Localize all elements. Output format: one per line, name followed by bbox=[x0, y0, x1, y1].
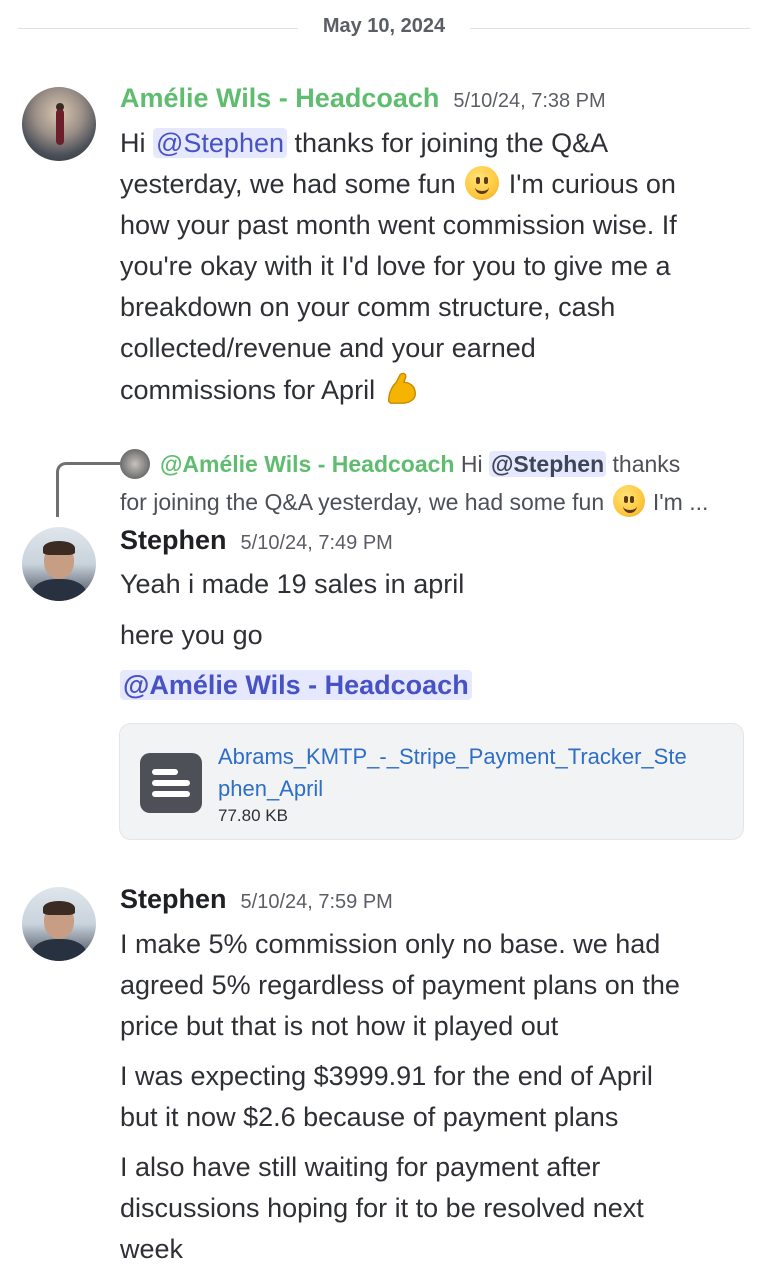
message-line: how your past month went commission wise… bbox=[120, 210, 677, 240]
message-line: commissions for April bbox=[120, 369, 421, 411]
message-line: Yeah i made 19 sales in april bbox=[120, 569, 465, 599]
divider-line-right bbox=[470, 28, 750, 29]
text-segment: commissions for April bbox=[120, 375, 383, 405]
message-line: @Amélie Wils - Headcoach bbox=[120, 665, 472, 706]
text-segment: I'm ... bbox=[646, 489, 709, 515]
message-line: agreed 5% regardless of payment plans on… bbox=[120, 970, 680, 1000]
avatar[interactable] bbox=[22, 887, 96, 961]
timestamp: 5/10/24, 7:59 PM bbox=[240, 891, 393, 913]
text-segment: thanks bbox=[606, 451, 681, 477]
message-line: week bbox=[120, 1234, 184, 1264]
message-line: but it now $2.6 because of payment plans bbox=[120, 1102, 619, 1132]
message-line: Hi @Stephen thanks for joining the Q&A bbox=[120, 123, 608, 164]
file-name-link[interactable]: Abrams_KMTP_-_Stripe_Payment_Tracker_Ste… bbox=[218, 741, 698, 805]
message-line: collected/revenue and your earned bbox=[120, 333, 536, 363]
message-header: Stephen 5/10/24, 7:49 PM bbox=[120, 525, 393, 556]
message-line: you're okay with it I'd love for you to … bbox=[120, 251, 671, 281]
message-line: yesterday, we had some fun I'm curious o… bbox=[120, 164, 676, 205]
slightly-smiling-face-emoji-icon bbox=[465, 166, 500, 200]
text-segment: thanks for joining the Q&A bbox=[287, 128, 609, 158]
reply-preview-line[interactable]: for joining the Q&A yesterday, we had so… bbox=[120, 485, 708, 517]
message-line: I was expecting $3999.91 for the end of … bbox=[120, 1061, 653, 1091]
text-segment: I'm curious on bbox=[501, 169, 676, 199]
avatar[interactable] bbox=[22, 527, 96, 601]
date-divider: May 10, 2024 bbox=[18, 15, 750, 37]
message-line: here you go bbox=[120, 620, 263, 650]
author-name[interactable]: Stephen bbox=[120, 884, 227, 915]
message-header: Stephen 5/10/24, 7:59 PM bbox=[120, 884, 393, 915]
slightly-smiling-face-emoji-icon bbox=[612, 485, 645, 517]
text-segment: yesterday, we had some fun bbox=[120, 169, 464, 199]
reply-avatar bbox=[120, 449, 150, 479]
timestamp: 5/10/24, 7:49 PM bbox=[240, 532, 393, 554]
message-line: discussions hoping for it to be resolved… bbox=[120, 1193, 644, 1223]
reply-author[interactable]: @Amélie Wils - Headcoach bbox=[160, 451, 454, 477]
message-line: breakdown on your comm structure, cash bbox=[120, 292, 616, 322]
message-line: I make 5% commission only no base. we ha… bbox=[120, 929, 661, 959]
date-label: May 10, 2024 bbox=[322, 15, 446, 37]
flexed-biceps-emoji-icon bbox=[387, 372, 416, 404]
reply-connector bbox=[56, 462, 121, 517]
author-name[interactable]: Stephen bbox=[120, 525, 227, 556]
avatar[interactable] bbox=[22, 87, 96, 161]
file-size: 77.80 KB bbox=[218, 806, 288, 825]
text-segment: Hi bbox=[120, 128, 153, 158]
document-icon bbox=[140, 753, 202, 813]
text-segment: Hi bbox=[454, 451, 489, 477]
message-header: Amélie Wils - Headcoach 5/10/24, 7:38 PM bbox=[120, 83, 606, 114]
file-attachment[interactable]: Abrams_KMTP_-_Stripe_Payment_Tracker_Ste… bbox=[119, 723, 744, 840]
reply-preview[interactable]: @Amélie Wils - Headcoach Hi @Stephen tha… bbox=[160, 449, 680, 479]
timestamp: 5/10/24, 7:38 PM bbox=[453, 90, 606, 112]
user-mention[interactable]: @Amélie Wils - Headcoach bbox=[120, 670, 472, 700]
user-mention: @Stephen bbox=[488, 451, 607, 477]
message-line: I also have still waiting for payment af… bbox=[120, 1152, 601, 1182]
user-mention[interactable]: @Stephen bbox=[153, 128, 287, 158]
author-name[interactable]: Amélie Wils - Headcoach bbox=[120, 83, 439, 114]
message-line: price but that is not how it played out bbox=[120, 1011, 559, 1041]
text-segment: for joining the Q&A yesterday, we had so… bbox=[120, 489, 611, 515]
